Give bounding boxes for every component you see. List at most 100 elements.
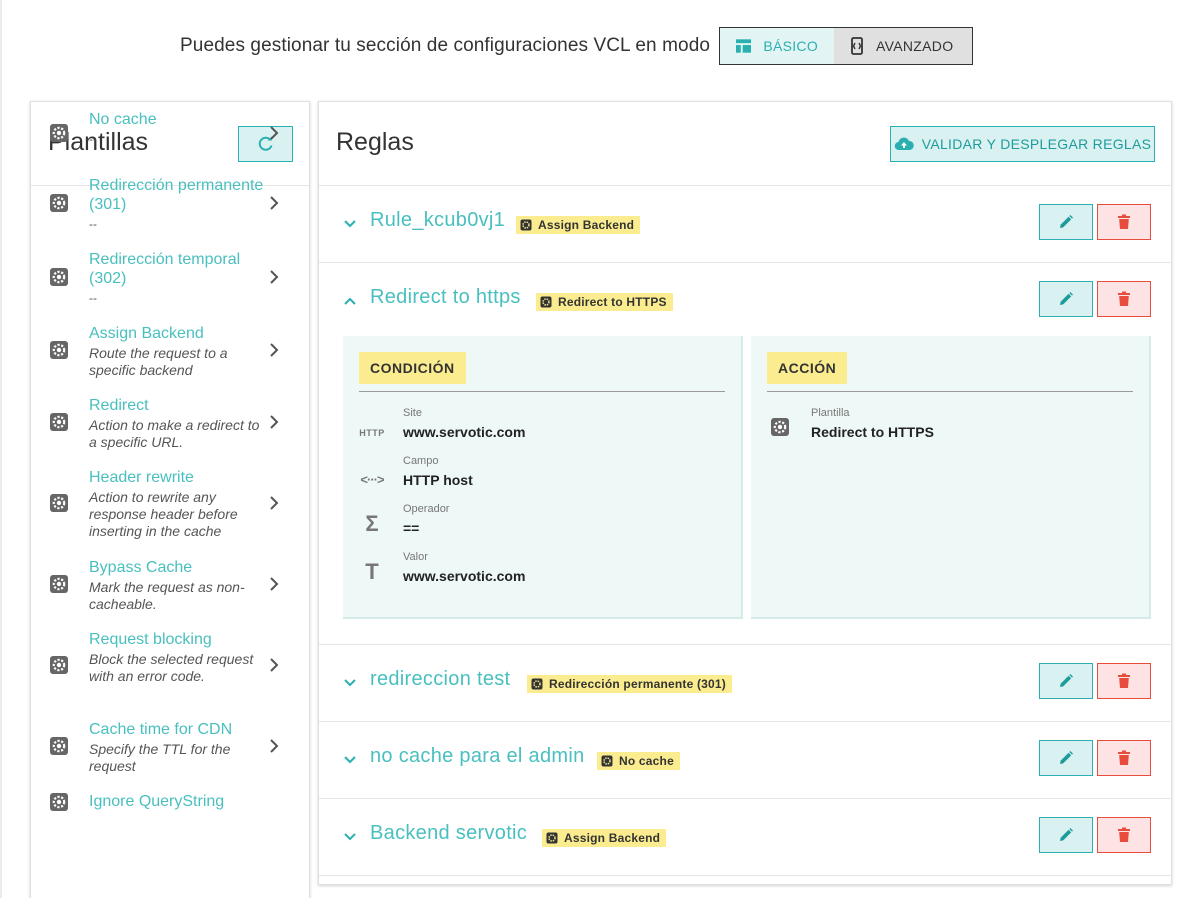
template-tag-icon: [531, 678, 549, 690]
delete-rule-button[interactable]: [1097, 817, 1151, 853]
basic-mode-label: BÁSICO: [763, 38, 819, 54]
template-item[interactable]: Cache time for CDN Specify the TTL for th…: [31, 710, 309, 782]
rules-title: Reglas: [336, 128, 414, 156]
field-value: HTTP host: [403, 472, 473, 488]
gear-icon: [49, 340, 69, 365]
rule-template-label: Redirección permanente (301): [549, 677, 726, 691]
delete-rule-button[interactable]: [1097, 740, 1151, 776]
trash-icon: [1117, 673, 1131, 689]
template-description: Action to make a redirect to a specific …: [89, 417, 260, 450]
template-item[interactable]: No cache --: [31, 100, 309, 166]
chevron-right-icon[interactable]: [269, 125, 279, 146]
http-icon: HTTP: [359, 428, 385, 438]
rule-name[interactable]: Redirect to https: [370, 286, 521, 309]
edit-rule-button[interactable]: [1039, 740, 1093, 776]
action-field: Plantilla Redirect to HTTPS: [751, 407, 1131, 451]
trash-icon: [1117, 291, 1131, 307]
chevron-down-icon[interactable]: [343, 216, 357, 234]
condition-field: <···> Campo HTTP host: [343, 455, 723, 499]
condition-field: Σ Operador ==: [343, 503, 723, 547]
rule-row: Redirect to https Redirect to HTTPS CONDIC…: [319, 263, 1171, 645]
chevron-down-icon[interactable]: [343, 675, 357, 693]
chevron-up-icon[interactable]: [343, 293, 357, 311]
rule-name[interactable]: Rule_kcub0vj1: [370, 209, 505, 232]
trash-icon: [1117, 214, 1131, 230]
rule-template-tag: Redirección permanente (301): [527, 675, 732, 693]
text-icon: T: [365, 559, 379, 584]
template-name: Redirección permanente (301): [89, 177, 264, 213]
action-column: ACCIÓN Plantilla Redirect to HTTPS: [751, 336, 1151, 619]
chevron-right-icon[interactable]: [269, 495, 279, 516]
template-name: Bypass Cache: [89, 559, 193, 576]
template-name: Header rewrite: [89, 469, 194, 486]
chevron-right-icon[interactable]: [269, 342, 279, 363]
template-description: Block the selected request with an error…: [89, 651, 254, 684]
rule-template-tag: No cache: [597, 752, 680, 770]
edit-rule-button[interactable]: [1039, 663, 1093, 699]
rule-template-label: Assign Backend: [538, 218, 635, 232]
rule-template-label: No cache: [619, 754, 674, 768]
rule-name[interactable]: no cache para el admin: [370, 745, 585, 768]
edit-rule-button[interactable]: [1039, 204, 1093, 240]
condition-field: T Valor www.servotic.com: [343, 551, 723, 595]
edit-rule-button[interactable]: [1039, 281, 1093, 317]
template-item[interactable]: Redirect Action to make a redirect to a s…: [31, 386, 309, 458]
chevron-right-icon[interactable]: [269, 195, 279, 216]
delete-rule-button[interactable]: [1097, 204, 1151, 240]
template-name: Ignore QueryString: [89, 793, 225, 810]
action-divider: [767, 391, 1133, 392]
trash-icon: [1117, 750, 1131, 766]
chevron-down-icon[interactable]: [343, 829, 357, 847]
basic-mode-button[interactable]: BÁSICO: [720, 28, 835, 64]
templates-list: No cache -- Redirección permanente (301) --…: [31, 111, 309, 898]
pencil-icon: [1058, 750, 1074, 766]
rule-template-label: Assign Backend: [564, 831, 661, 845]
template-item[interactable]: Redirección permanente (301) --: [31, 166, 309, 240]
edit-rule-button[interactable]: [1039, 817, 1093, 853]
template-item[interactable]: Ignore QueryString: [31, 782, 309, 822]
validate-deploy-button[interactable]: VALIDAR Y DESPLEGAR REGLAS: [890, 126, 1155, 162]
chevron-right-icon[interactable]: [269, 269, 279, 290]
rule-name[interactable]: redireccion test: [370, 668, 510, 691]
sigma-icon: Σ: [365, 511, 379, 536]
chevron-right-icon[interactable]: [269, 657, 279, 678]
delete-rule-button[interactable]: [1097, 663, 1151, 699]
template-tag-icon: [520, 219, 538, 231]
chevron-right-icon[interactable]: [269, 738, 279, 759]
template-name: Redirect: [89, 397, 149, 414]
template-item[interactable]: Redirección temporal (302) --: [31, 240, 309, 314]
gear-icon: [49, 792, 69, 817]
field-label: Operador: [403, 503, 450, 515]
trash-icon: [1117, 827, 1131, 843]
rules-panel: Reglas VALIDAR Y DESPLEGAR REGLAS Rule_k…: [318, 101, 1172, 885]
condition-divider: [359, 391, 725, 392]
advanced-mode-button[interactable]: AVANZADO: [834, 28, 973, 64]
delete-rule-button[interactable]: [1097, 281, 1151, 317]
template-item[interactable]: Request blocking Block the selected reque…: [31, 620, 309, 710]
rule-template-tag: Assign Backend: [542, 829, 667, 847]
template-item[interactable]: Bypass Cache Mark the request as non-cach…: [31, 548, 309, 620]
rule-row: Backend servotic Assign Backend: [319, 799, 1171, 876]
pencil-icon: [1058, 291, 1074, 307]
rules-header: Reglas VALIDAR Y DESPLEGAR REGLAS: [319, 102, 1171, 186]
field-value: www.servotic.com: [403, 424, 526, 440]
chevron-down-icon[interactable]: [343, 752, 357, 770]
gear-icon: [49, 736, 69, 761]
chevron-right-icon[interactable]: [269, 414, 279, 435]
advanced-mode-label: AVANZADO: [876, 38, 954, 54]
template-tag-icon: [601, 755, 619, 767]
condition-column: CONDICIÓN HTTP Site www.servotic.com <···> Ca…: [343, 336, 743, 619]
mode-bar-text: Puedes gestionar tu sección de configura…: [180, 35, 711, 56]
validate-deploy-label: VALIDAR Y DESPLEGAR REGLAS: [921, 136, 1152, 152]
developer-mode-icon: [851, 37, 863, 55]
pencil-icon: [1058, 673, 1074, 689]
rule-row: Rule_kcub0vj1 Assign Backend: [319, 186, 1171, 263]
template-item[interactable]: Assign Backend Route the request to a spe…: [31, 314, 309, 386]
rule-row: no cache para el admin No cache: [319, 722, 1171, 799]
chevron-right-icon[interactable]: [269, 576, 279, 597]
template-tag-icon: [540, 296, 558, 308]
field-value: Redirect to HTTPS: [811, 424, 934, 440]
rule-name[interactable]: Backend servotic: [370, 822, 527, 845]
template-item[interactable]: Header rewrite Action to rewrite any resp…: [31, 458, 309, 548]
field-label: Campo: [403, 455, 439, 467]
